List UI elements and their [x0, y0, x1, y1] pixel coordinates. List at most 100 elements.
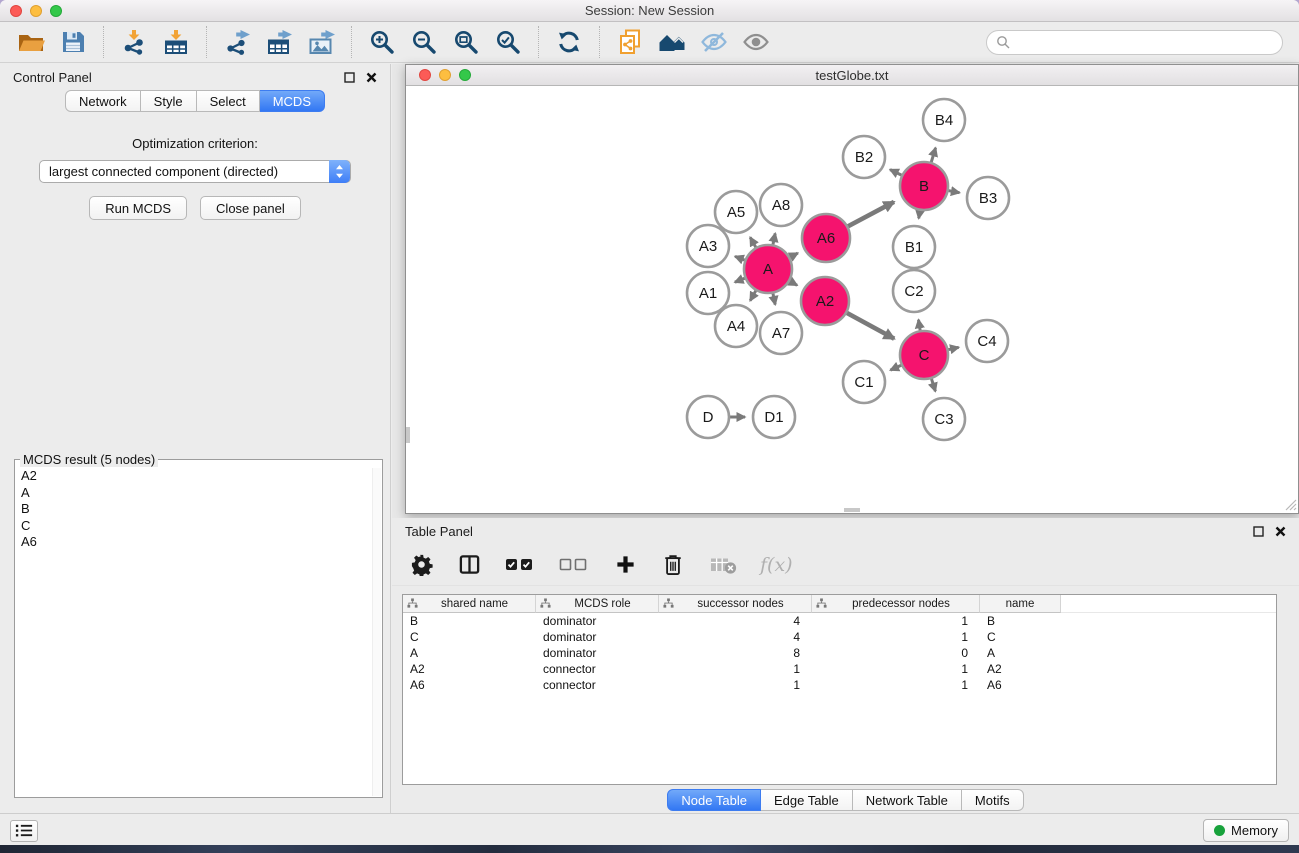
column-header-mcds-role[interactable]: MCDS role [536, 595, 659, 613]
graph-node-C1[interactable]: C1 [843, 361, 885, 403]
table-cell[interactable]: 1 [812, 614, 980, 628]
function-builder-button[interactable]: f(x) [760, 554, 793, 576]
graph-node-B4[interactable]: B4 [923, 99, 965, 141]
graph-node-A4[interactable]: A4 [715, 305, 757, 347]
network-close-button[interactable] [419, 69, 431, 81]
table-row[interactable]: A6connector11A6 [403, 677, 1276, 693]
deselect-all-columns-button[interactable] [558, 552, 590, 578]
network-canvas[interactable]: B4B2BB3A5A8A6B1A3AC2A1A2A4A7C4CC1DD1C3 [406, 86, 1298, 512]
graph-node-B3[interactable]: B3 [967, 177, 1009, 219]
graph-node-C2[interactable]: C2 [893, 270, 935, 312]
table-cell[interactable]: 1 [659, 662, 812, 676]
node-table[interactable]: shared nameMCDS rolesuccessor nodesprede… [402, 594, 1277, 785]
table-cell[interactable]: C [980, 630, 1061, 644]
graph-node-B2[interactable]: B2 [843, 136, 885, 178]
graph-node-A5[interactable]: A5 [715, 191, 757, 233]
table-row[interactable]: Cdominator41C [403, 629, 1276, 645]
horizontal-scroll-thumb[interactable] [844, 508, 860, 512]
table-cell[interactable]: 4 [659, 614, 812, 628]
table-cell[interactable]: A6 [980, 678, 1061, 692]
graph-node-A6[interactable]: A6 [802, 214, 850, 262]
delete-column-button[interactable] [660, 552, 686, 578]
table-cell[interactable]: connector [536, 662, 659, 676]
graph-node-A1[interactable]: A1 [687, 272, 729, 314]
task-history-button[interactable] [10, 820, 38, 842]
mcds-result-item[interactable]: A [16, 485, 372, 502]
table-row[interactable]: Adominator80A [403, 645, 1276, 661]
table-cell[interactable]: B [403, 614, 536, 628]
table-cell[interactable]: A6 [403, 678, 536, 692]
tab-style[interactable]: Style [141, 90, 197, 112]
graph-node-A2[interactable]: A2 [801, 277, 849, 325]
tab-motifs[interactable]: Motifs [962, 789, 1024, 811]
tab-node-table[interactable]: Node Table [667, 789, 761, 811]
zoom-in-button[interactable] [365, 26, 399, 58]
network-snapshot-button[interactable] [613, 26, 647, 58]
refresh-layout-button[interactable] [552, 26, 586, 58]
table-cell[interactable]: 0 [812, 646, 980, 660]
table-cell[interactable]: 1 [812, 678, 980, 692]
save-session-button[interactable] [56, 26, 90, 58]
memory-button[interactable]: Memory [1203, 819, 1289, 842]
table-cell[interactable]: 1 [659, 678, 812, 692]
graph-node-A7[interactable]: A7 [760, 312, 802, 354]
column-header-shared-name[interactable]: shared name [403, 595, 536, 613]
graph-node-C4[interactable]: C4 [966, 320, 1008, 362]
import-table-button[interactable] [159, 26, 193, 58]
create-column-button[interactable] [612, 552, 638, 578]
tab-mcds[interactable]: MCDS [260, 90, 325, 112]
run-mcds-button[interactable]: Run MCDS [89, 196, 187, 220]
export-image-button[interactable] [304, 26, 338, 58]
show-details-button[interactable] [739, 26, 773, 58]
network-zoom-button[interactable] [459, 69, 471, 81]
table-row[interactable]: A2connector11A2 [403, 661, 1276, 677]
graph-node-B1[interactable]: B1 [893, 226, 935, 268]
close-table-panel-icon[interactable] [1275, 526, 1286, 537]
table-cell[interactable]: dominator [536, 630, 659, 644]
table-settings-button[interactable] [408, 552, 434, 578]
column-header-predecessor-nodes[interactable]: predecessor nodes [812, 595, 980, 613]
graph-node-A[interactable]: A [744, 245, 792, 293]
graph-node-C[interactable]: C [900, 331, 948, 379]
table-cell[interactable]: A [403, 646, 536, 660]
table-cell[interactable]: 8 [659, 646, 812, 660]
table-cell[interactable]: B [980, 614, 1061, 628]
table-cell[interactable]: C [403, 630, 536, 644]
table-cell[interactable]: 1 [812, 630, 980, 644]
mcds-result-item[interactable]: B [16, 501, 372, 518]
table-cell[interactable]: 1 [812, 662, 980, 676]
mcds-result-list[interactable]: A2ABCA6 [16, 468, 372, 796]
table-cell[interactable]: dominator [536, 614, 659, 628]
float-table-panel-icon[interactable] [1253, 526, 1264, 537]
tab-select[interactable]: Select [197, 90, 260, 112]
tab-edge-table[interactable]: Edge Table [761, 789, 853, 811]
table-cell[interactable]: dominator [536, 646, 659, 660]
table-cell[interactable]: A2 [980, 662, 1061, 676]
import-network-button[interactable] [117, 26, 151, 58]
vertical-scroll-thumb[interactable] [406, 427, 410, 443]
network-graph[interactable]: B4B2BB3A5A8A6B1A3AC2A1A2A4A7C4CC1DD1C3 [406, 86, 1298, 512]
column-header-name[interactable]: name [980, 595, 1061, 613]
criterion-dropdown[interactable]: largest connected component (directed) [39, 160, 351, 183]
float-panel-icon[interactable] [344, 72, 355, 83]
mcds-result-item[interactable]: A2 [16, 468, 372, 485]
table-cell[interactable]: connector [536, 678, 659, 692]
select-all-columns-button[interactable] [504, 552, 536, 578]
graph-node-C3[interactable]: C3 [923, 398, 965, 440]
search-input[interactable] [1015, 35, 1273, 50]
export-table-button[interactable] [262, 26, 296, 58]
home-button[interactable] [655, 26, 689, 58]
column-header-successor-nodes[interactable]: successor nodes [659, 595, 812, 613]
mcds-result-item[interactable]: A6 [16, 534, 372, 551]
result-scrollbar[interactable] [372, 468, 381, 796]
table-cell[interactable]: A2 [403, 662, 536, 676]
zoom-fit-button[interactable] [449, 26, 483, 58]
hide-details-button[interactable] [697, 26, 731, 58]
export-network-button[interactable] [220, 26, 254, 58]
table-cell[interactable]: 4 [659, 630, 812, 644]
graph-node-A3[interactable]: A3 [687, 225, 729, 267]
close-panel-button[interactable]: Close panel [200, 196, 301, 220]
table-row[interactable]: Bdominator41B [403, 613, 1276, 629]
open-file-button[interactable] [14, 26, 48, 58]
table-cell[interactable]: A [980, 646, 1061, 660]
